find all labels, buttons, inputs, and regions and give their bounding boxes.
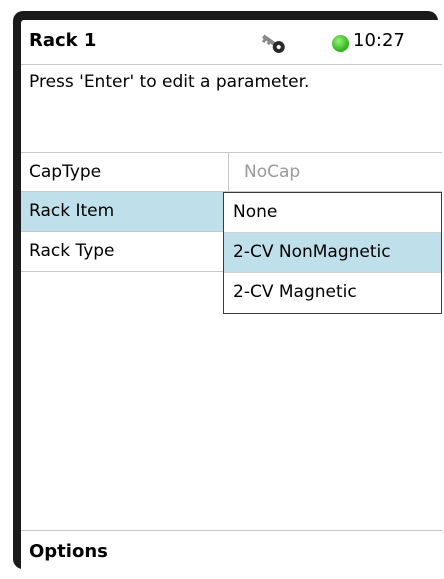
param-row-captype[interactable]: CapType NoCap (21, 152, 442, 192)
instruction-message: Press 'Enter' to edit a parameter. (29, 72, 310, 92)
dropdown-option-label: None (233, 202, 278, 222)
device-screen: Rack 1 10:27 Press 'Enter' to edit a par… (21, 20, 442, 571)
footer-bar: Options (21, 530, 442, 571)
param-value: NoCap (244, 162, 301, 182)
clock: 10:27 (353, 30, 405, 51)
title-bar: Rack 1 10:27 (21, 20, 442, 65)
dropdown-option-none[interactable]: None (224, 193, 441, 233)
param-label-cell: Rack Item (21, 192, 229, 231)
param-label: Rack Item (29, 201, 115, 221)
param-label-cell: CapType (21, 153, 229, 191)
rack-item-dropdown[interactable]: None 2-CV NonMagnetic 2-CV Magnetic (223, 192, 442, 314)
param-label: Rack Type (29, 241, 115, 261)
dropdown-option-label: 2-CV Magnetic (233, 282, 357, 302)
param-label: CapType (29, 162, 102, 182)
param-label-cell: Rack Type (21, 232, 229, 271)
dropdown-option-2cv-magnetic[interactable]: 2-CV Magnetic (224, 273, 441, 313)
dropdown-option-2cv-nonmagnetic[interactable]: 2-CV NonMagnetic (224, 233, 441, 273)
options-softkey[interactable]: Options (29, 541, 108, 562)
connection-status-icon (332, 35, 349, 52)
dropdown-option-label: 2-CV NonMagnetic (233, 242, 391, 262)
key-icon (261, 34, 285, 54)
screen-title: Rack 1 (29, 30, 97, 51)
